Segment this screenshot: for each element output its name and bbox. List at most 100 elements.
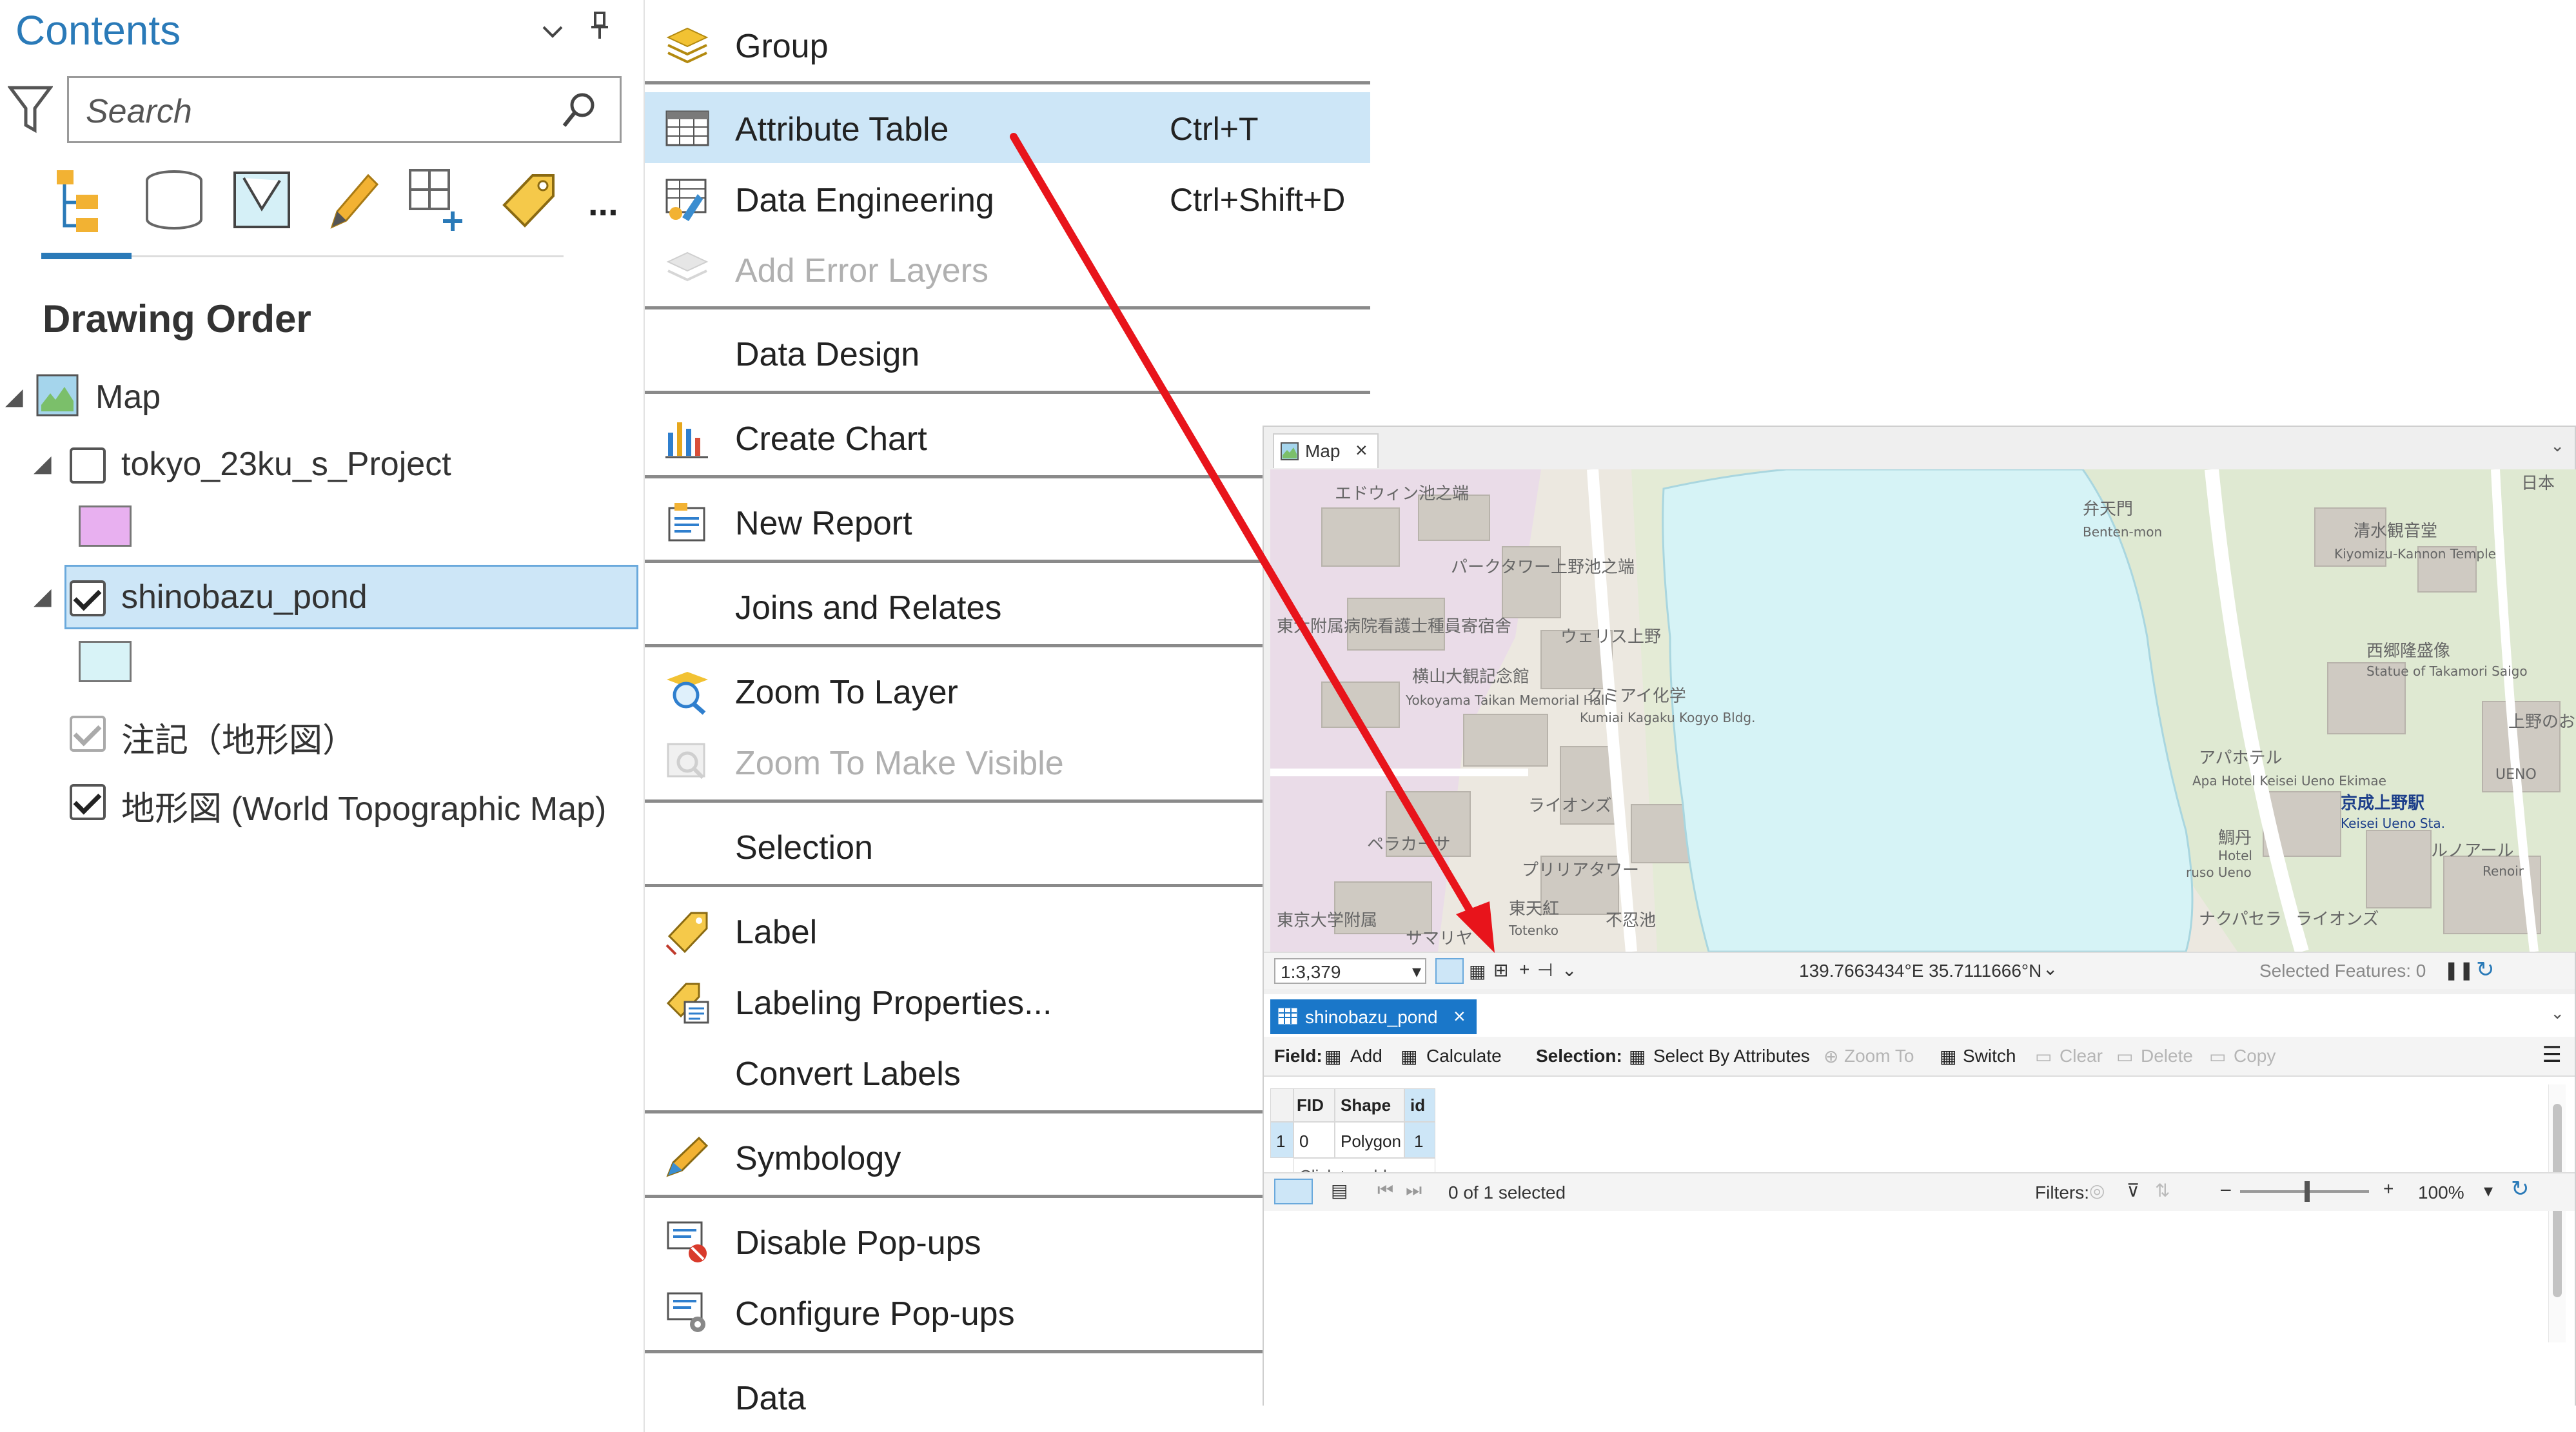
calculate-button[interactable]: Calculate [1426, 1046, 1502, 1066]
show-selected-icon[interactable]: ▤ [1331, 1180, 1348, 1201]
crosshair-icon[interactable]: + [1519, 959, 1529, 980]
menu-item-attribute-table[interactable]: Attribute Table Ctrl+T [645, 92, 1370, 163]
copy-icon[interactable]: ▭ [2209, 1046, 2226, 1067]
zoom-to-button[interactable]: Zoom To [1844, 1046, 1914, 1066]
tree-item-shinobazu-row[interactable]: ◢ shinobazu_pond [0, 578, 638, 642]
chevron-down-icon[interactable]: ▾ [1412, 961, 1421, 982]
chevron-down-icon[interactable]: ⌄ [1562, 959, 1577, 981]
calculate-icon[interactable]: ▦ [1401, 1046, 1417, 1067]
more-tools-button[interactable]: ... [588, 182, 653, 253]
first-record-icon[interactable]: ⏮ [1377, 1180, 1393, 1201]
chevron-down-icon[interactable] [542, 12, 565, 48]
tree-item-tokyo-23ku[interactable]: ◢ tokyo_23ku_s_Project [0, 445, 638, 509]
pin-icon[interactable] [590, 12, 609, 48]
clear-selection-button[interactable]: Clear [2060, 1046, 2103, 1066]
menu-item-new-report[interactable]: New Report [645, 486, 1370, 557]
last-record-icon[interactable]: ⏭ [1406, 1180, 1422, 1201]
table-icon[interactable]: ▦ [1469, 961, 1486, 982]
tab-map[interactable]: Map × [1273, 433, 1379, 468]
sort-icon[interactable]: ⇅ [2155, 1180, 2170, 1201]
filter-extent-icon[interactable]: ◎ [2089, 1180, 2105, 1201]
tree-item-annotation[interactable]: 注記（地形図） [0, 713, 638, 778]
snapping-icon[interactable]: ⊞ [1493, 959, 1508, 981]
close-icon[interactable]: × [1355, 438, 1368, 462]
layer-visibility-checkbox[interactable] [70, 784, 106, 820]
search-icon[interactable] [562, 91, 598, 133]
search-input[interactable]: Search [67, 76, 622, 143]
close-icon[interactable]: × [1453, 1005, 1466, 1028]
chevron-down-icon[interactable]: ▾ [2484, 1180, 2493, 1201]
hamburger-menu-icon[interactable]: ☰ [2542, 1042, 2562, 1068]
menu-item-data[interactable]: Data [645, 1361, 1370, 1432]
add-field-icon[interactable]: ▦ [1324, 1046, 1341, 1067]
show-all-records-icon[interactable] [1274, 1179, 1313, 1204]
switch-icon[interactable]: ▦ [1940, 1046, 1956, 1067]
refresh-icon[interactable]: ↻ [2476, 957, 2495, 983]
collapse-triangle-icon[interactable]: ◢ [5, 383, 23, 410]
editing-pencil-icon[interactable] [319, 166, 384, 237]
menu-item-labeling-properties[interactable]: Labeling Properties... [645, 966, 1370, 1037]
refresh-icon[interactable]: ↻ [2511, 1176, 2530, 1202]
menu-item-zoom-to-layer[interactable]: Zoom To Layer [645, 655, 1370, 726]
data-source-icon[interactable] [142, 166, 206, 237]
menu-item-convert-labels[interactable]: Convert Labels [645, 1037, 1370, 1108]
menu-item-add-error-layers[interactable]: Add Error Layers [645, 233, 1370, 304]
column-header[interactable]: FID [1293, 1088, 1335, 1122]
filter-icon[interactable]: ⊽ [2127, 1180, 2140, 1201]
menu-item-disable-popups[interactable]: Disable Pop-ups [645, 1206, 1370, 1277]
select-by-attributes-button[interactable]: Select By Attributes [1653, 1046, 1810, 1066]
polygon-symbol-swatch[interactable] [79, 641, 132, 682]
labeling-tag-icon[interactable] [497, 166, 561, 237]
layer-visibility-checkbox[interactable] [70, 716, 106, 752]
scale-combo[interactable]: 1:3,379 ▾ [1274, 958, 1426, 984]
zoom-out-button[interactable]: – [2221, 1179, 2231, 1199]
copy-button[interactable]: Copy [2234, 1046, 2276, 1066]
grid-icon[interactable] [1435, 958, 1464, 984]
clear-icon[interactable]: ▭ [2035, 1046, 2052, 1067]
layer-visibility-checkbox[interactable] [70, 447, 106, 484]
switch-selection-button[interactable]: Switch [1963, 1046, 2016, 1066]
zoom-to-icon[interactable]: ⊕ [1824, 1046, 1838, 1067]
menu-item-create-chart[interactable]: Create Chart [645, 402, 1370, 473]
menu-item-configure-popups[interactable]: Configure Pop-ups [645, 1277, 1370, 1348]
polygon-symbol-swatch[interactable] [79, 505, 132, 547]
menu-item-group[interactable]: Group [645, 9, 1370, 80]
menu-item-symbology[interactable]: Symbology [645, 1121, 1370, 1192]
constraint-icon[interactable]: ⊣ [1537, 959, 1553, 981]
add-field-button[interactable]: Add [1350, 1046, 1382, 1066]
drawing-order-icon[interactable] [52, 166, 116, 237]
layer-visibility-checkbox[interactable] [70, 580, 106, 616]
menu-item-selection[interactable]: Selection [645, 810, 1370, 881]
table-cell[interactable]: Polygon [1335, 1122, 1404, 1158]
tree-item-topographic[interactable]: 地形図 (World Topographic Map) [0, 781, 638, 846]
tree-item-map[interactable]: ◢ Map [0, 374, 638, 438]
collapse-triangle-icon[interactable]: ◢ [34, 450, 52, 477]
collapse-triangle-icon[interactable]: ◢ [34, 583, 52, 610]
zoom-in-button[interactable]: + [2383, 1179, 2394, 1199]
menu-item-label-toggle[interactable]: Label [645, 895, 1370, 966]
column-header[interactable]: id [1404, 1088, 1435, 1122]
tab-attribute-table[interactable]: shinobazu_pond × [1270, 999, 1477, 1034]
zoom-slider-handle[interactable] [2305, 1181, 2310, 1202]
map-view[interactable]: エドウィン池之端 パークタワー上野池之端 東大附属病院看護士種員寄宿舎 ウェリス… [1270, 469, 2576, 952]
vertical-scrollbar[interactable] [2548, 1084, 2566, 1342]
chevron-down-icon[interactable]: ⌄ [2550, 1003, 2564, 1023]
menu-item-data-engineering[interactable]: Data Engineering Ctrl+Shift+D [645, 163, 1370, 234]
select-all-corner[interactable] [1270, 1088, 1293, 1122]
delete-icon[interactable]: ▭ [2116, 1046, 2133, 1067]
table-cell[interactable]: 0 [1293, 1122, 1335, 1158]
chevron-down-icon[interactable]: ⌄ [2550, 436, 2564, 456]
row-header[interactable]: 1 [1270, 1122, 1293, 1158]
menu-item-joins-relates[interactable]: Joins and Relates [645, 571, 1370, 642]
table-cell[interactable]: 1 [1404, 1122, 1435, 1158]
snapping-icon[interactable] [406, 166, 471, 237]
delete-button[interactable]: Delete [2141, 1046, 2193, 1066]
select-by-attributes-icon[interactable]: ▦ [1629, 1046, 1646, 1067]
filter-icon[interactable] [7, 84, 54, 139]
menu-item-zoom-to-make-visible[interactable]: Zoom To Make Visible [645, 726, 1370, 797]
menu-item-data-design[interactable]: Data Design [645, 317, 1370, 388]
zoom-slider[interactable] [2240, 1181, 2369, 1202]
pause-icon[interactable]: ❚❚ [2444, 959, 2474, 981]
pane-options[interactable] [542, 12, 609, 48]
selection-list-icon[interactable] [231, 166, 295, 237]
